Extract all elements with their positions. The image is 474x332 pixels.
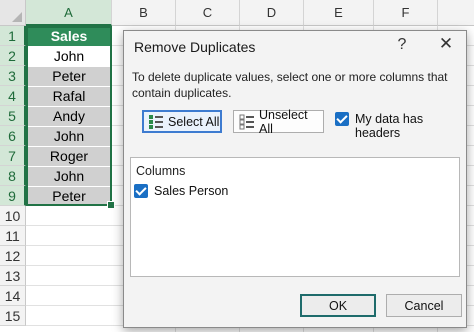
cell-a5[interactable]: Andy [27, 107, 111, 126]
fill-handle[interactable] [107, 201, 115, 209]
row-header-13[interactable]: 13 [0, 266, 26, 286]
column-sales-person-checkbox[interactable] [134, 184, 148, 198]
instructions-text: To delete duplicate values, select one o… [132, 70, 448, 100]
row-header-8[interactable]: 8 [0, 166, 26, 186]
cell-a1-header[interactable]: Sales Person [27, 27, 111, 63]
cell-a4[interactable]: Rafal [27, 87, 111, 106]
row-header-3[interactable]: 3 [0, 66, 26, 86]
row-header-14[interactable]: 14 [0, 286, 26, 306]
select-all-button[interactable]: Select All [142, 110, 222, 133]
column-header-e[interactable]: E [304, 0, 374, 26]
my-data-has-headers-label[interactable]: My data has headers [355, 112, 466, 140]
select-all-corner[interactable] [0, 0, 26, 26]
close-button[interactable]: ✕ [436, 34, 456, 54]
select-all-label: Select All [168, 114, 220, 129]
column-header-c[interactable]: C [176, 0, 240, 26]
column-header-f[interactable]: F [374, 0, 438, 26]
row-header-10[interactable]: 10 [0, 206, 26, 226]
row-header-15[interactable]: 15 [0, 306, 26, 326]
unselect-all-icon [239, 114, 254, 129]
unselect-all-label: Unselect All [259, 107, 308, 136]
cell-a2[interactable]: John [27, 47, 111, 66]
columns-listbox[interactable]: Columns Sales Person [130, 157, 460, 277]
row-header-6[interactable]: 6 [0, 126, 26, 146]
select-all-icon [149, 114, 163, 129]
ok-button[interactable]: OK [300, 294, 376, 317]
columns-list-header: Columns [136, 164, 186, 178]
column-sales-person-label[interactable]: Sales Person [154, 184, 228, 198]
unselect-all-button[interactable]: Unselect All [233, 107, 324, 136]
cell-a9[interactable]: Peter [27, 187, 111, 206]
row-header-5[interactable]: 5 [0, 106, 26, 126]
help-button[interactable]: ? [394, 36, 410, 54]
row-header-1[interactable]: 1 [0, 26, 26, 46]
row-header-4[interactable]: 4 [0, 86, 26, 106]
column-header-g[interactable] [438, 0, 474, 26]
column-header-b[interactable]: B [112, 0, 176, 26]
row-header-2[interactable]: 2 [0, 46, 26, 66]
column-header-a[interactable]: A [26, 0, 112, 26]
row-header-7[interactable]: 7 [0, 146, 26, 166]
dialog-title: Remove Duplicates [134, 39, 256, 55]
my-data-has-headers-checkbox[interactable] [335, 112, 349, 126]
cell-a8[interactable]: John [27, 167, 111, 186]
row-header-12[interactable]: 12 [0, 246, 26, 266]
cell-a3[interactable]: Peter [27, 67, 111, 86]
cell-a6[interactable]: John [27, 127, 111, 146]
remove-duplicates-dialog: Remove Duplicates ? ✕ To delete duplicat… [123, 30, 467, 328]
row-header-11[interactable]: 11 [0, 226, 26, 246]
column-header-d[interactable]: D [240, 0, 304, 26]
cell-a7[interactable]: Roger [27, 147, 111, 166]
cancel-button[interactable]: Cancel [386, 294, 462, 317]
row-header-9[interactable]: 9 [0, 186, 26, 206]
